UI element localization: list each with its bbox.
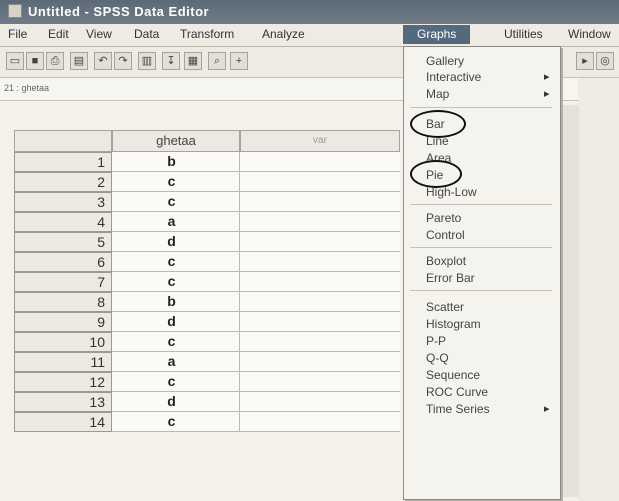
data-cell[interactable]: c [112,372,240,392]
spss-app-icon [8,4,22,18]
menu-item-pareto[interactable]: Pareto [426,211,461,225]
row-number[interactable]: 11 [14,352,112,372]
menu-item-p-p[interactable]: P-P [426,334,446,348]
menu-item-map[interactable]: Map [426,87,551,101]
data-cell[interactable]: d [112,232,240,252]
empty-cell[interactable] [240,172,400,192]
empty-cell[interactable] [240,212,400,232]
menu-item-roc-curve[interactable]: ROC Curve [426,385,488,399]
redo-icon[interactable]: ↷ [114,52,132,70]
menu-item-sequence[interactable]: Sequence [426,368,480,382]
menu-data[interactable]: Data [134,27,159,41]
data-cell[interactable]: c [112,272,240,292]
empty-cell[interactable] [240,392,400,412]
empty-cell[interactable] [240,192,400,212]
find-icon[interactable]: ⌕ [208,52,226,70]
menu-item-gallery[interactable]: Gallery [426,54,464,68]
data-cell[interactable]: a [112,352,240,372]
menu-bar: File Edit View Data Transform Analyze Gr… [0,24,619,47]
row-number[interactable]: 9 [14,312,112,332]
row-number[interactable]: 13 [14,392,112,412]
window-title: Untitled - SPSS Data Editor [28,4,210,19]
goto-case-icon[interactable]: ↧ [162,52,180,70]
data-cell[interactable]: b [112,152,240,172]
menu-item-scatter[interactable]: Scatter [426,300,464,314]
annotation-circle-pie [410,160,462,188]
data-cell[interactable]: c [112,412,240,432]
data-cell[interactable]: a [112,212,240,232]
empty-cell[interactable] [240,352,400,372]
data-cell[interactable]: d [112,312,240,332]
empty-cell[interactable] [240,312,400,332]
print-icon[interactable]: ⎙ [46,52,64,70]
menu-item-error-bar[interactable]: Error Bar [426,271,475,285]
cell-reference: 21 : ghetaa [4,83,50,93]
row-number[interactable]: 1 [14,152,112,172]
menu-item-histogram[interactable]: Histogram [426,317,481,331]
menu-file[interactable]: File [8,27,27,41]
menu-item-interactive[interactable]: Interactive [426,70,550,84]
menu-graphs[interactable]: Graphs [403,25,471,44]
row-number[interactable]: 3 [14,192,112,212]
empty-cell[interactable] [240,412,400,432]
graphs-dropdown-menu: Gallery Interactive Map Bar Line Area Pi… [403,46,561,500]
menu-separator [410,247,552,248]
menu-analyze[interactable]: Analyze [262,27,305,41]
row-number[interactable]: 12 [14,372,112,392]
menu-separator [410,107,552,108]
insert-case-icon[interactable]: + [230,52,248,70]
menu-edit[interactable]: Edit [48,27,69,41]
dialog-recall-icon[interactable]: ▤ [70,52,88,70]
menu-window[interactable]: Window [568,27,611,41]
row-number[interactable]: 7 [14,272,112,292]
menu-view[interactable]: View [86,27,112,41]
menu-item-q-q[interactable]: Q-Q [426,351,449,365]
menu-item-boxplot[interactable]: Boxplot [426,254,466,268]
right-panel [578,78,619,501]
empty-cell[interactable] [240,272,400,292]
open-icon[interactable]: ▭ [6,52,24,70]
empty-cell[interactable] [240,152,400,172]
menu-item-time-series[interactable]: Time Series [426,402,549,416]
undo-icon[interactable]: ↶ [94,52,112,70]
vertical-scrollbar[interactable] [560,105,579,497]
row-number[interactable]: 14 [14,412,112,432]
row-number[interactable]: 10 [14,332,112,352]
menu-item-control[interactable]: Control [426,228,465,242]
save-icon[interactable]: ■ [26,52,44,70]
menu-separator [410,204,552,205]
column-header-var[interactable]: var [240,130,400,152]
column-header-ghetaa[interactable]: ghetaa [112,130,240,152]
empty-cell[interactable] [240,292,400,312]
empty-cell[interactable] [240,332,400,352]
row-number[interactable]: 2 [14,172,112,192]
row-number[interactable]: 6 [14,252,112,272]
row-number[interactable]: 8 [14,292,112,312]
data-cell[interactable]: c [112,192,240,212]
value-labels-icon[interactable]: ◎ [596,52,614,70]
data-cell[interactable]: c [112,252,240,272]
data-cell[interactable]: c [112,332,240,352]
data-cell[interactable]: c [112,172,240,192]
window-title-bar: Untitled - SPSS Data Editor [0,0,619,24]
menu-utilities[interactable]: Utilities [504,27,543,41]
menu-separator [410,290,552,291]
use-sets-icon[interactable]: ▸ [576,52,594,70]
data-cell[interactable]: d [112,392,240,412]
row-number[interactable]: 5 [14,232,112,252]
empty-cell[interactable] [240,232,400,252]
empty-cell[interactable] [240,372,400,392]
data-cell[interactable]: b [112,292,240,312]
corner-header[interactable] [14,130,112,152]
annotation-circle-bar [410,110,466,138]
empty-cell[interactable] [240,252,400,272]
variables-icon[interactable]: ▦ [184,52,202,70]
row-number[interactable]: 4 [14,212,112,232]
goto-chart-icon[interactable]: ▥ [138,52,156,70]
menu-transform[interactable]: Transform [180,27,234,41]
